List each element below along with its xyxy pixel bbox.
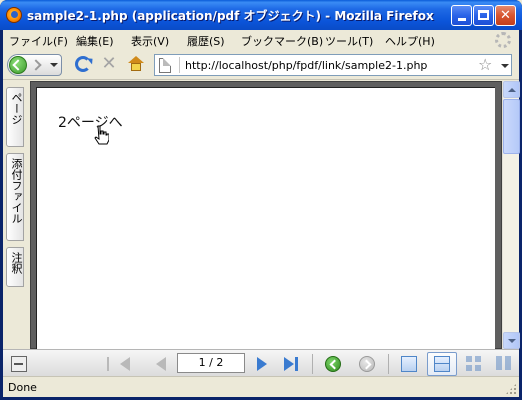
- history-dropdown-icon[interactable]: [50, 63, 58, 67]
- page-number-field[interactable]: 1 / 2: [177, 353, 245, 373]
- title-bar[interactable]: sample2-1.php (application/pdf オブジェクト) -…: [0, 0, 522, 30]
- reload-button[interactable]: [75, 56, 91, 72]
- toggle-sidebar-button[interactable]: [11, 356, 27, 372]
- maximize-icon: [478, 10, 489, 20]
- tab-attachments-label: 添付ファイル: [10, 158, 23, 224]
- home-icon-body: [131, 63, 141, 71]
- status-text: Done: [8, 381, 37, 394]
- menu-view[interactable]: 表示(V): [131, 33, 169, 49]
- scroll-thumb[interactable]: [503, 99, 520, 154]
- home-button[interactable]: [127, 55, 145, 73]
- navigation-toolbar: ✕ http://localhost/php/fpdf/link/sample2…: [3, 50, 519, 80]
- menu-edit[interactable]: 編集(E): [76, 33, 114, 49]
- tab-pages-label: ページ: [10, 92, 23, 125]
- stop-button[interactable]: ✕: [100, 55, 118, 73]
- menu-bar: ファイル(F) 編集(E) 表示(V) 履歴(S) ブックマーク(B) ツール(…: [3, 30, 519, 50]
- next-page-button[interactable]: [257, 357, 267, 371]
- scroll-up-button[interactable]: [503, 81, 520, 98]
- continuous-view-toggle[interactable]: [427, 352, 457, 376]
- toolbar-divider: [312, 354, 313, 374]
- toolbar-divider: [388, 354, 389, 374]
- url-dropdown-icon[interactable]: [501, 64, 509, 68]
- firefox-icon: [6, 7, 22, 23]
- menu-file[interactable]: ファイル(F): [9, 33, 68, 49]
- menu-history[interactable]: 履歴(S): [187, 33, 225, 49]
- back-button[interactable]: [9, 56, 27, 74]
- url-divider: [179, 57, 180, 73]
- page-link[interactable]: 2ページへ: [58, 112, 123, 132]
- tab-pages[interactable]: ページ: [6, 87, 24, 147]
- browser-window: sample2-1.php (application/pdf オブジェクト) -…: [0, 0, 522, 400]
- home-icon: [128, 56, 144, 63]
- minimize-icon: [457, 18, 466, 21]
- window-title: sample2-1.php (application/pdf オブジェクト) -…: [27, 9, 434, 23]
- resize-grip-icon[interactable]: [505, 383, 517, 395]
- go-back-view-button[interactable]: [325, 356, 341, 372]
- url-bar[interactable]: http://localhost/php/fpdf/link/sample2-1…: [154, 54, 512, 76]
- menu-tools[interactable]: ツール(T): [325, 33, 373, 49]
- minimize-button[interactable]: [451, 5, 472, 26]
- first-page-button[interactable]: [107, 357, 130, 371]
- back-forward-group: [7, 54, 62, 76]
- close-icon: ✕: [500, 8, 511, 23]
- tab-annotations-label: 注釈: [10, 252, 23, 274]
- menu-help[interactable]: ヘルプ(H): [385, 33, 435, 49]
- go-forward-view-button[interactable]: [359, 356, 375, 372]
- forward-button[interactable]: [30, 57, 46, 73]
- close-button[interactable]: ✕: [495, 5, 516, 26]
- throbber-icon: [495, 32, 511, 48]
- last-page-button[interactable]: [284, 357, 298, 371]
- star-icon[interactable]: ☆: [478, 56, 492, 74]
- pdf-toolbar: 1 / 2: [3, 349, 519, 376]
- maximize-button[interactable]: [473, 5, 494, 26]
- grid-view-button[interactable]: [466, 356, 482, 372]
- scroll-down-button[interactable]: [503, 332, 520, 349]
- client-area: ファイル(F) 編集(E) 表示(V) 履歴(S) ブックマーク(B) ツール(…: [3, 30, 520, 397]
- vertical-scrollbar[interactable]: [502, 81, 520, 349]
- facing-view-button[interactable]: [496, 356, 512, 372]
- pdf-page: 2ページへ: [36, 87, 495, 352]
- tab-annotations[interactable]: 注釈: [6, 247, 24, 287]
- continuous-view-icon: [434, 356, 450, 372]
- page-icon: [159, 58, 171, 73]
- hand-cursor-icon: [94, 125, 109, 145]
- menu-bookmarks[interactable]: ブックマーク(B): [241, 33, 323, 49]
- pdf-sidebar-tabs: ページ 添付ファイル 注釈: [3, 81, 27, 366]
- previous-page-button[interactable]: [156, 357, 166, 371]
- tab-attachments[interactable]: 添付ファイル: [6, 153, 24, 241]
- single-page-view-button[interactable]: [401, 356, 417, 372]
- status-bar: Done: [3, 376, 519, 397]
- url-input[interactable]: http://localhost/php/fpdf/link/sample2-1…: [185, 59, 427, 72]
- pdf-viewer[interactable]: 2ページへ: [30, 81, 502, 352]
